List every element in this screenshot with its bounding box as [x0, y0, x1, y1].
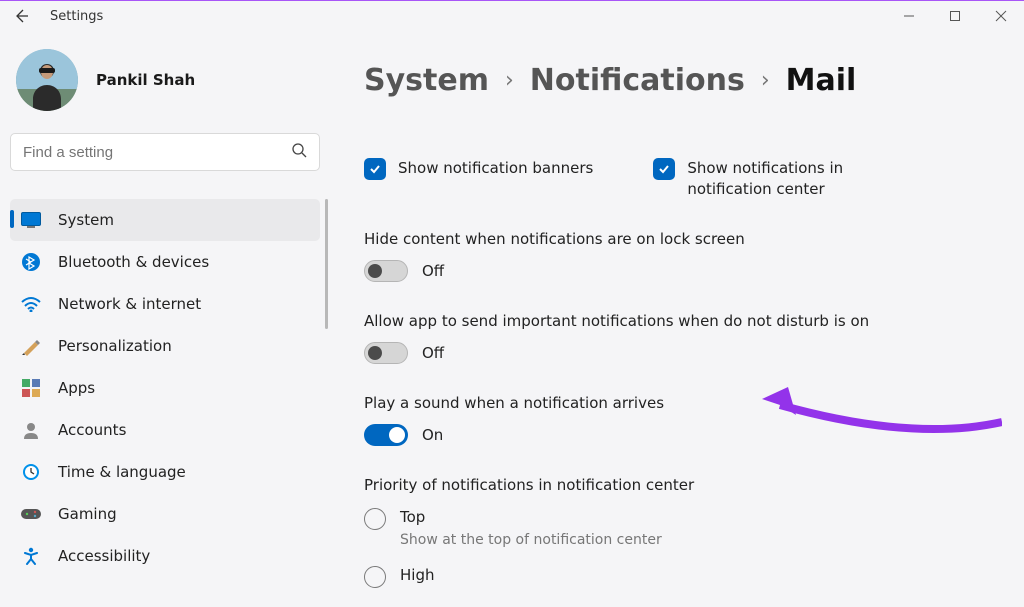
checkbox-banners[interactable]: [364, 158, 386, 180]
sidebar-item-label: Personalization: [58, 337, 172, 355]
sidebar-item-time[interactable]: Time & language: [10, 451, 320, 493]
radio-priority-top[interactable]: [364, 508, 386, 530]
sidebar-item-system[interactable]: System: [10, 199, 320, 241]
sidebar-item-personalization[interactable]: Personalization: [10, 325, 320, 367]
toggle-sound-state: On: [422, 426, 443, 444]
window-title: Settings: [50, 9, 103, 24]
radio-priority-high-label: High: [400, 566, 434, 584]
toggle-hide-content[interactable]: [364, 260, 408, 282]
sidebar-item-label: Gaming: [58, 505, 117, 523]
user-name: Pankil Shah: [96, 71, 195, 89]
search-icon: [291, 142, 307, 162]
sidebar-item-accessibility[interactable]: Accessibility: [10, 535, 320, 577]
sidebar-item-label: Accessibility: [58, 547, 150, 565]
sidebar-item-label: Bluetooth & devices: [58, 253, 209, 271]
breadcrumb-current: Mail: [786, 63, 857, 98]
sidebar-item-label: Apps: [58, 379, 95, 397]
network-icon: [20, 293, 42, 315]
accessibility-icon: [20, 545, 42, 567]
sidebar-item-label: Network & internet: [58, 295, 201, 313]
back-button[interactable]: [6, 1, 36, 31]
checkbox-center-label: Show notifications in notification cente…: [687, 158, 913, 200]
gaming-icon: [20, 503, 42, 525]
search-box[interactable]: [10, 133, 320, 171]
breadcrumb-level1[interactable]: System: [364, 63, 489, 98]
setting-sound-title: Play a sound when a notification arrives: [364, 394, 1004, 412]
toggle-important[interactable]: [364, 342, 408, 364]
radio-priority-top-sub: Show at the top of notification center: [400, 532, 662, 548]
sidebar-scrollbar[interactable]: [325, 199, 328, 329]
close-button[interactable]: [978, 1, 1024, 31]
avatar[interactable]: [16, 49, 78, 111]
setting-priority-title: Priority of notifications in notificatio…: [364, 476, 1004, 494]
sidebar-item-gaming[interactable]: Gaming: [10, 493, 320, 535]
personalization-icon: [20, 335, 42, 357]
time-icon: [20, 461, 42, 483]
chevron-right-icon: ›: [761, 68, 770, 93]
checkbox-center[interactable]: [653, 158, 675, 180]
toggle-important-state: Off: [422, 344, 444, 362]
bluetooth-icon: [20, 251, 42, 273]
sidebar-item-label: System: [58, 211, 114, 229]
minimize-button[interactable]: [886, 1, 932, 31]
sidebar-item-network[interactable]: Network & internet: [10, 283, 320, 325]
breadcrumb: System › Notifications › Mail: [364, 63, 1004, 98]
maximize-button[interactable]: [932, 1, 978, 31]
system-icon: [20, 209, 42, 231]
sidebar-item-label: Time & language: [58, 463, 186, 481]
checkbox-banners-label: Show notification banners: [398, 158, 593, 179]
sidebar-item-accounts[interactable]: Accounts: [10, 409, 320, 451]
apps-icon: [20, 377, 42, 399]
search-input[interactable]: [23, 144, 291, 161]
sidebar-item-apps[interactable]: Apps: [10, 367, 320, 409]
setting-hide-content-title: Hide content when notifications are on l…: [364, 230, 1004, 248]
toggle-sound[interactable]: [364, 424, 408, 446]
setting-important-title: Allow app to send important notification…: [364, 312, 1004, 330]
toggle-hide-content-state: Off: [422, 262, 444, 280]
accounts-icon: [20, 419, 42, 441]
sidebar-item-bluetooth[interactable]: Bluetooth & devices: [10, 241, 320, 283]
sidebar-item-label: Accounts: [58, 421, 126, 439]
chevron-right-icon: ›: [505, 68, 514, 93]
radio-priority-high[interactable]: [364, 566, 386, 588]
breadcrumb-level2[interactable]: Notifications: [530, 63, 745, 98]
radio-priority-top-label: Top: [400, 508, 662, 526]
